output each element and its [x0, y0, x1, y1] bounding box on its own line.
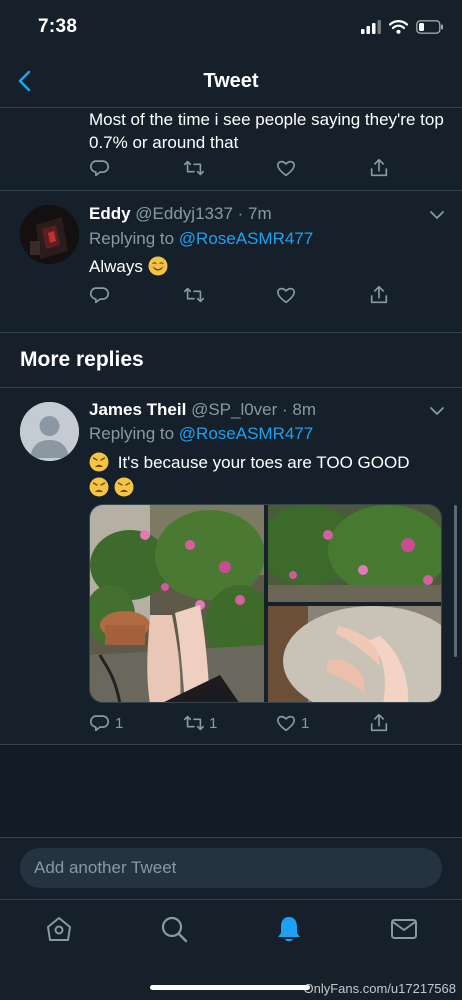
home-icon[interactable]: [44, 914, 74, 944]
cellular-signal-icon: [361, 20, 381, 34]
previous-tweet[interactable]: Most of the time i see people saying the…: [0, 108, 462, 191]
navigation-bar: Tweet: [0, 56, 462, 108]
share-button[interactable]: [368, 283, 390, 307]
more-replies-section: More replies: [0, 332, 462, 388]
section-title: More replies: [20, 348, 144, 371]
reply-count: 1: [115, 714, 124, 732]
retweet-icon: [184, 160, 204, 176]
watermark: OnlyFans.com/u17217568: [303, 981, 456, 996]
share-icon: [370, 713, 388, 732]
weary-face-emoji-icon: [89, 477, 109, 497]
like-icon: [277, 160, 295, 177]
avatar[interactable]: [20, 205, 79, 264]
media-photo-bottom-right[interactable]: [268, 606, 441, 702]
home-indicator[interactable]: [150, 985, 310, 990]
retweet-icon: [184, 287, 204, 303]
scrollbar[interactable]: [454, 505, 457, 657]
add-tweet-input[interactable]: Add another Tweet: [20, 848, 442, 888]
mention-link[interactable]: @RoseASMR477: [179, 229, 313, 248]
media-photo-left[interactable]: [90, 505, 264, 702]
composer-placeholder: Add another Tweet: [34, 858, 177, 877]
mention-link[interactable]: @RoseASMR477: [179, 424, 313, 443]
reply-header: Eddy @Eddyj1337 · 7m: [89, 204, 272, 223]
reply-icon: [90, 287, 109, 304]
share-icon: [370, 285, 388, 304]
retweet-icon: [184, 715, 204, 731]
battery-icon: [416, 20, 443, 34]
reply-text: Always: [89, 254, 439, 279]
status-time: 7:38: [38, 16, 78, 37]
retweet-button[interactable]: 1: [183, 711, 217, 735]
author-handle[interactable]: @Eddyj1337: [135, 204, 233, 223]
tweet-actions: 1 1 1: [89, 711, 429, 735]
reply-header: James Theil @SP_l0ver · 8m: [89, 400, 317, 419]
weary-face-emoji-icon: [114, 477, 134, 497]
reply-text: It's because your toes are TOO GOOD: [89, 450, 439, 500]
page-title: Tweet: [203, 70, 259, 92]
status-icons: [361, 20, 444, 34]
like-button[interactable]: [275, 156, 297, 180]
smiling-face-emoji-icon: [148, 256, 168, 276]
retweet-button[interactable]: [183, 156, 205, 180]
share-button[interactable]: [368, 156, 390, 180]
like-button[interactable]: 1: [275, 711, 309, 735]
tweet-actions: [89, 283, 429, 307]
reply-button[interactable]: [89, 283, 111, 307]
bottom-tab-bar: OnlyFans.com/u17217568: [0, 899, 462, 1000]
share-button[interactable]: [368, 711, 390, 735]
chevron-down-icon[interactable]: [428, 206, 446, 224]
avatar[interactable]: [20, 402, 79, 461]
empty-area: [0, 745, 462, 837]
reply-button[interactable]: 1: [89, 711, 123, 735]
media-grid[interactable]: [89, 504, 442, 703]
tweet-time: 7m: [248, 204, 272, 223]
weary-face-emoji-icon: [89, 452, 109, 472]
author-handle[interactable]: @SP_l0ver: [191, 400, 277, 419]
status-bar: 7:38: [0, 0, 462, 56]
replying-to: Replying to @RoseASMR477: [89, 229, 314, 248]
retweet-button[interactable]: [183, 283, 205, 307]
author-name[interactable]: James Theil: [89, 400, 186, 419]
wifi-icon: [389, 20, 408, 34]
like-icon: [277, 715, 295, 732]
like-button[interactable]: [275, 283, 297, 307]
media-photo-top-right[interactable]: [268, 505, 441, 602]
reply-icon: [90, 715, 109, 732]
tweet-text: Most of the time i see people saying the…: [89, 110, 444, 152]
chevron-down-icon[interactable]: [428, 402, 446, 420]
notifications-icon[interactable]: [274, 914, 304, 944]
reply-icon: [90, 160, 109, 177]
replying-to: Replying to @RoseASMR477: [89, 424, 314, 443]
tweet-time: 8m: [292, 400, 317, 419]
messages-icon[interactable]: [389, 914, 419, 944]
like-icon: [277, 287, 295, 304]
reply-composer: Add another Tweet: [0, 837, 462, 899]
reply-eddy[interactable]: Eddy @Eddyj1337 · 7m Replying to @RoseAS…: [0, 191, 462, 332]
like-count: 1: [301, 714, 310, 732]
search-icon[interactable]: [159, 914, 189, 944]
share-icon: [370, 158, 388, 177]
retweet-count: 1: [209, 714, 218, 732]
tweet-actions: [89, 156, 429, 180]
reply-button[interactable]: [89, 156, 111, 180]
author-name[interactable]: Eddy: [89, 204, 131, 223]
